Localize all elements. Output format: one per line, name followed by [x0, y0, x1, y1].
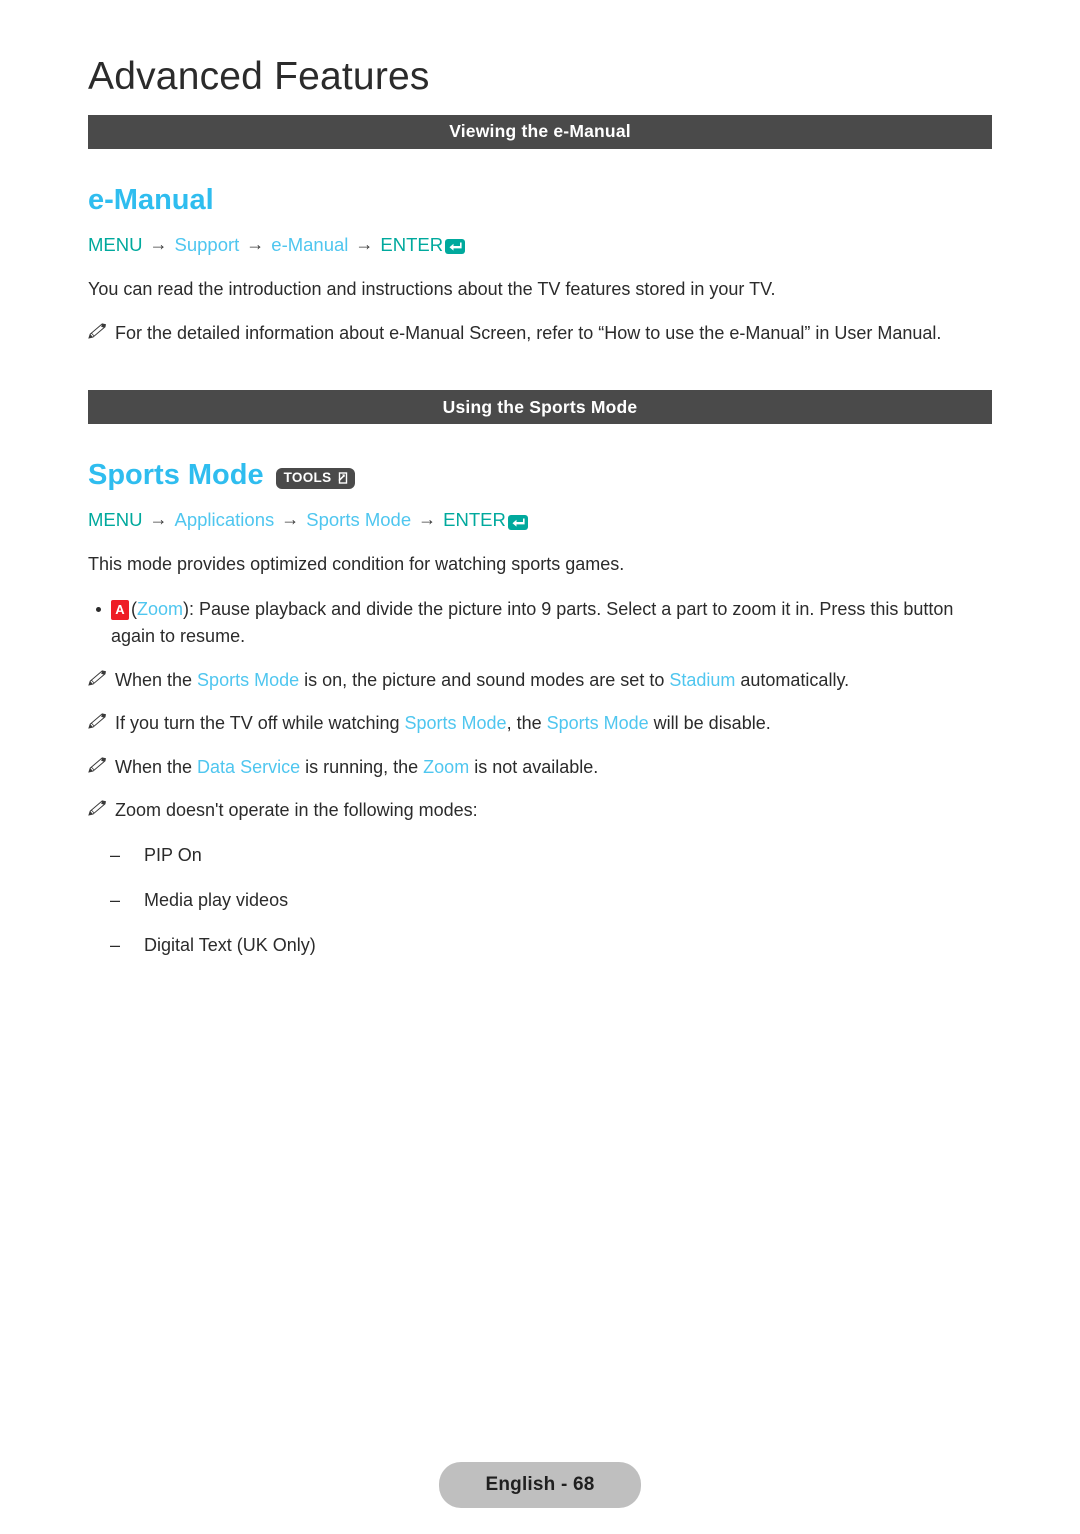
- pencil-note-icon: [88, 670, 107, 687]
- remote-key-a-badge: A: [111, 600, 129, 621]
- dash-mark-icon: –: [110, 934, 121, 955]
- page-title: Advanced Features: [88, 55, 430, 98]
- nav-step-emanual: e-Manual: [271, 233, 349, 255]
- note-text: For the detailed information about e-Man…: [115, 323, 942, 344]
- list-item-label: PIP On: [144, 844, 202, 865]
- section-header-title: Using the Sports Mode: [442, 396, 638, 417]
- heading-sports-mode: Sports Mode TOOLS: [88, 459, 992, 492]
- nav-menu-label: MENU: [88, 509, 143, 531]
- pencil-note-icon: [88, 756, 107, 773]
- nav-arrow-icon: →: [418, 509, 437, 530]
- paragraph-emanual-intro: You can read the introduction and instru…: [88, 278, 776, 299]
- nav-path-emanual: MENU → Support → e-Manual → ENTER: [88, 234, 992, 256]
- bullet-zoom-key: A (Zoom): Pause playback and divide the p…: [88, 596, 992, 650]
- paragraph-sports-intro: This mode provides optimized condition f…: [88, 554, 625, 575]
- nav-menu-label: MENU: [88, 233, 143, 255]
- pencil-note-icon: [88, 323, 107, 339]
- bullet-link-zoom: Zoom: [137, 599, 184, 620]
- note-fragment: When the: [115, 670, 198, 691]
- note-fragment: , the: [506, 713, 547, 734]
- note-link: Sports Mode: [404, 713, 507, 734]
- note-fragment: When the: [115, 756, 198, 777]
- tools-arrow-icon: [334, 471, 348, 485]
- pencil-note-icon: [88, 713, 107, 730]
- section-header-title: Viewing the e-Manual: [449, 121, 631, 142]
- note-link: Data Service: [197, 756, 301, 777]
- page-number-badge: English - 68: [439, 1462, 641, 1508]
- note-link: Stadium: [669, 670, 736, 691]
- bullet-body: Pause playback and divide the picture in…: [111, 599, 954, 647]
- pencil-note-icon: [88, 799, 107, 816]
- nav-step-applications: Applications: [174, 509, 275, 531]
- note-emanual-detail: For the detailed information about e-Man…: [88, 320, 992, 346]
- heading-sports-mode-label: Sports Mode: [88, 459, 264, 492]
- note-link: Sports Mode: [546, 713, 649, 734]
- nav-step-support: Support: [174, 233, 240, 255]
- note-sports-data-service: When the Data Service is running, the Zo…: [88, 754, 992, 780]
- dash-mark-icon: –: [110, 844, 121, 865]
- nav-arrow-icon: →: [246, 234, 265, 255]
- note-text: Zoom doesn't operate in the following mo…: [115, 799, 478, 820]
- tools-badge: TOOLS: [275, 467, 356, 489]
- list-item-label: Media play videos: [144, 889, 289, 910]
- note-fragment: will be disable.: [648, 713, 771, 734]
- nav-step-sports-mode: Sports Mode: [306, 509, 412, 531]
- list-item: – Digital Text (UK Only): [110, 932, 992, 958]
- note-sports-zoom-modes: Zoom doesn't operate in the following mo…: [88, 797, 992, 823]
- list-item: – Media play videos: [110, 887, 992, 913]
- nav-enter-label: ENTER: [380, 233, 444, 255]
- dash-mark-icon: –: [110, 889, 121, 910]
- note-fragment: If you turn the TV off while watching: [115, 713, 405, 734]
- bullet-text: A (Zoom): Pause playback and divide the p…: [111, 596, 992, 650]
- note-link: Zoom: [423, 756, 470, 777]
- enter-return-icon: [507, 514, 529, 531]
- bullet-dot-icon: [96, 607, 101, 613]
- note-fragment: automatically.: [735, 670, 850, 691]
- note-text: When the Sports Mode is on, the picture …: [115, 667, 992, 693]
- footer: English - 68: [0, 1462, 1080, 1508]
- nav-arrow-icon: →: [281, 509, 300, 530]
- nav-path-sports-mode: MENU → Applications → Sports Mode → ENTE…: [88, 509, 992, 531]
- unsupported-modes-list: – PIP On – Media play videos – Digital T…: [88, 842, 992, 958]
- note-text: When the Data Service is running, the Zo…: [115, 754, 992, 780]
- nav-arrow-icon: →: [355, 234, 374, 255]
- list-item: – PIP On: [110, 842, 992, 868]
- note-sports-turn-off: If you turn the TV off while watching Sp…: [88, 710, 992, 736]
- bullet-close-paren: ):: [183, 599, 195, 620]
- heading-emanual-label: e-Manual: [88, 183, 214, 216]
- note-fragment: is on, the picture and sound modes are s…: [299, 670, 670, 691]
- heading-emanual: e-Manual: [88, 183, 992, 217]
- enter-return-icon: [444, 238, 466, 255]
- list-item-label: Digital Text (UK Only): [144, 934, 316, 955]
- nav-arrow-icon: →: [149, 509, 168, 530]
- document-page: Advanced Features Viewing the e-Manual e…: [0, 0, 1080, 1534]
- note-link: Sports Mode: [197, 670, 300, 691]
- nav-enter-label: ENTER: [443, 509, 506, 531]
- note-fragment: is not available.: [469, 756, 599, 777]
- note-sports-stadium: When the Sports Mode is on, the picture …: [88, 667, 992, 693]
- section-header-bar-emanual: Viewing the e-Manual: [88, 114, 992, 149]
- nav-arrow-icon: →: [149, 234, 168, 255]
- note-text: If you turn the TV off while watching Sp…: [115, 710, 992, 736]
- note-fragment: is running, the: [300, 756, 424, 777]
- tools-badge-label: TOOLS: [283, 469, 332, 485]
- section-header-bar-sports: Using the Sports Mode: [88, 390, 992, 425]
